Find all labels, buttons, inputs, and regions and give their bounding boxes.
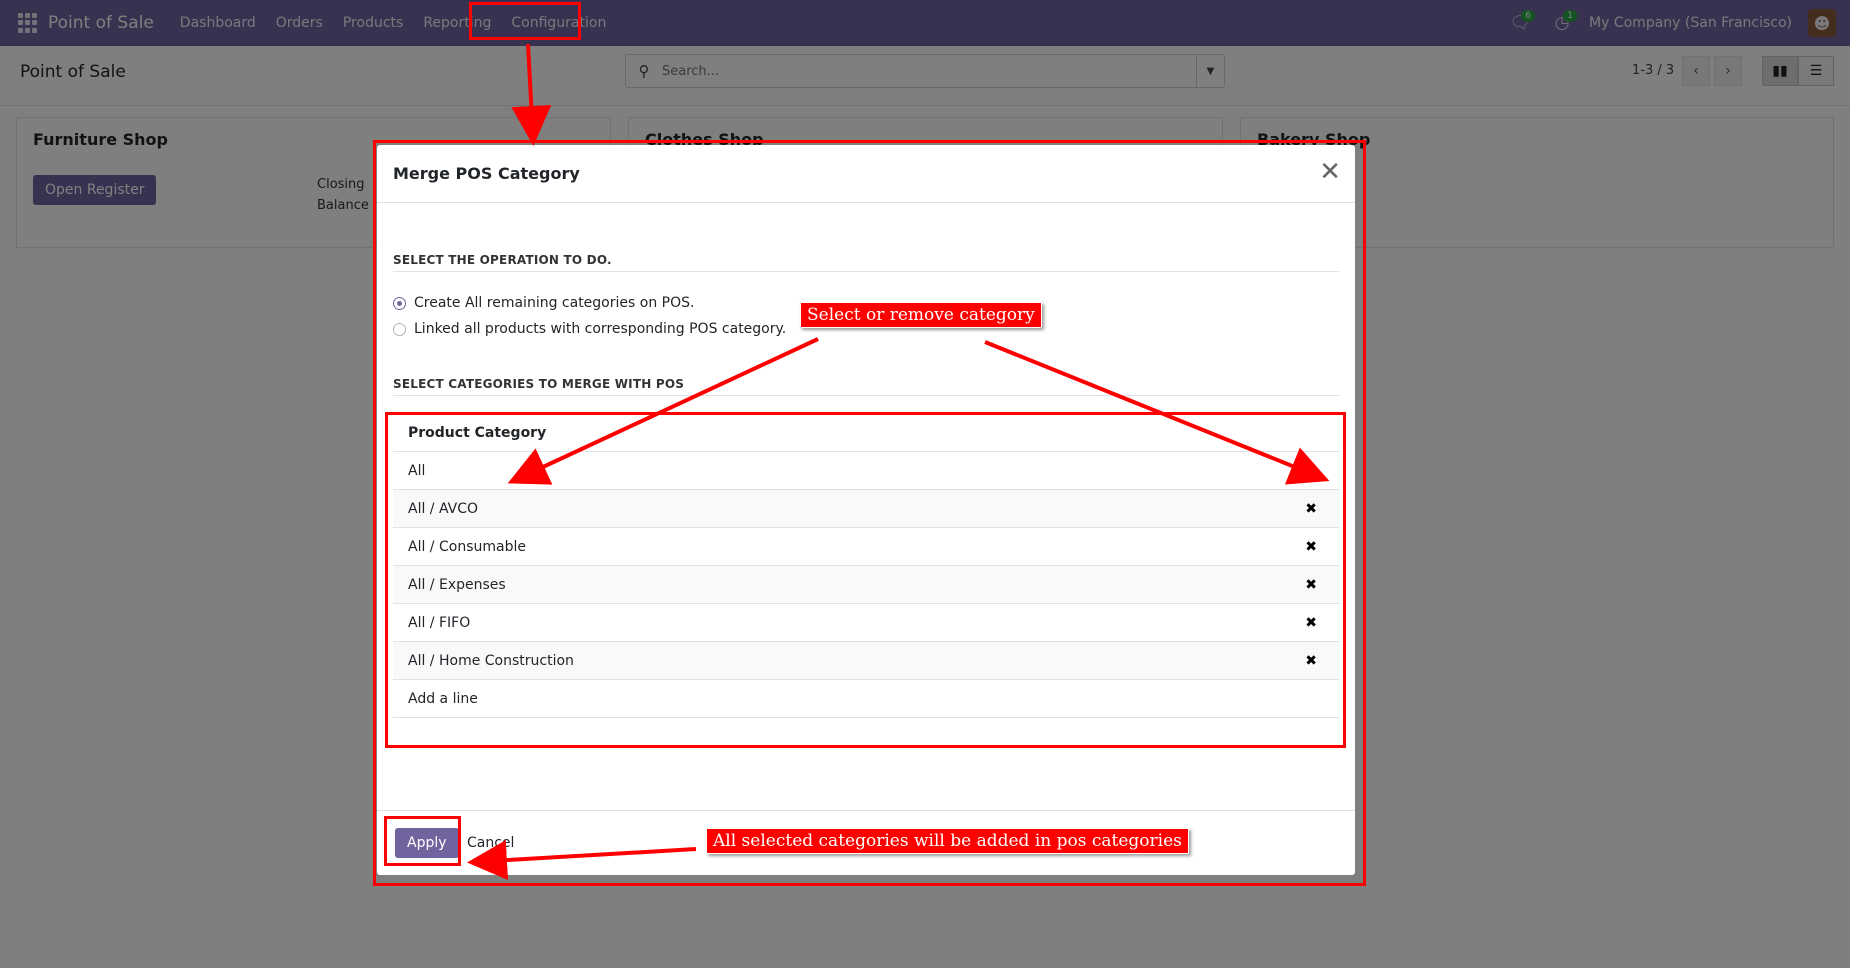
arrow-to-first-row [507,337,819,485]
annotation-arrows [467,43,1330,881]
arrow-to-remove-icon [984,340,1330,485]
callout-all-selected: All selected categories will be added in… [706,828,1189,854]
arrow-to-apply [467,840,697,881]
callout-select-remove: Select or remove category [800,302,1042,328]
arrow-to-dialog [511,43,552,146]
